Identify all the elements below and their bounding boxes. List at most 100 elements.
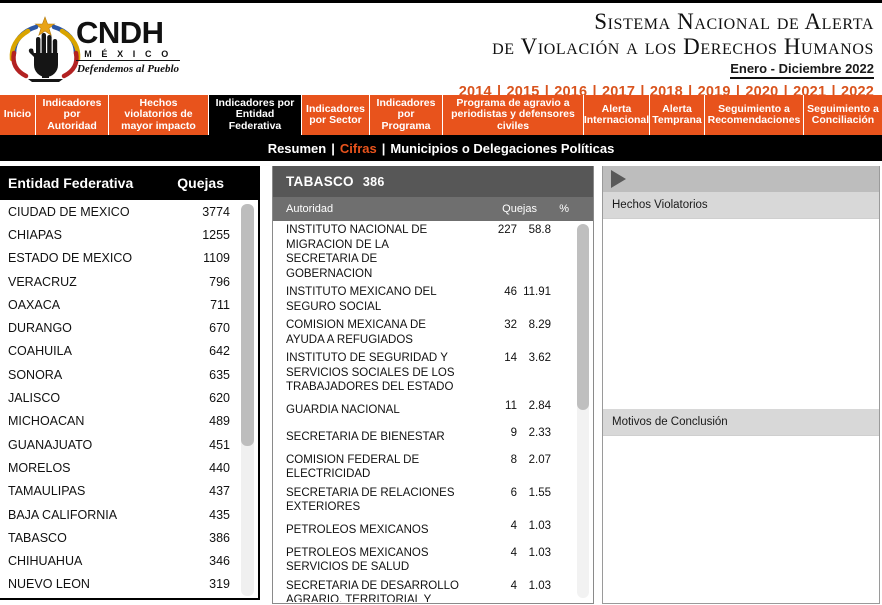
sidebar-table-header: Entidad Federativa Quejas [0, 166, 258, 200]
center-row-pct: 3.62 [528, 352, 551, 364]
subnav-separator: | [331, 140, 335, 156]
sidebar-row[interactable]: TABASCO 386 [0, 526, 244, 549]
center-row[interactable]: COMISION MEXICANA DE AYUDA A REFUGIADOS 3… [273, 316, 573, 349]
center-col-quejas: Quejas [502, 203, 537, 215]
logo-brand: CNDH [76, 15, 164, 50]
nav-item-4[interactable]: Indicadores por Sector [302, 95, 370, 135]
center-row-authority: PETROLEOS MEXICANOS SERVICIOS DE SALUD [286, 546, 429, 574]
sidebar-row-name: DURANGO [8, 321, 72, 336]
logo-country: M É X I C O [76, 49, 180, 61]
center-scrollbar[interactable] [577, 224, 589, 598]
sidebar-row-value: 451 [209, 437, 230, 452]
nav-item-5[interactable]: Indicadores por Programa [370, 95, 443, 135]
nav-item-7[interactable]: Alerta Internacional [584, 95, 650, 135]
sidebar-row[interactable]: BAJA CALIFORNIA 435 [0, 503, 244, 526]
nav-item-8[interactable]: Alerta Temprana [650, 95, 705, 135]
nav-item-0[interactable]: Inicio [0, 95, 36, 135]
page-header: CNDH M É X I C O Defendemos al Pueblo Si… [0, 3, 882, 100]
sidebar-row-name: SONORA [8, 367, 63, 382]
center-row[interactable]: PETROLEOS MEXICANOS 4 1.03 [273, 517, 573, 544]
subnav-item-2[interactable]: Municipios o Delegaciones Políticas [390, 141, 614, 156]
center-row-pct: 11.91 [523, 286, 551, 298]
nav-item-3[interactable]: Indicadores por Entidad Federativa [209, 95, 302, 135]
subnav-item-0[interactable]: Resumen [268, 141, 327, 156]
center-row[interactable]: SECRETARIA DE BIENESTAR 9 2.33 [273, 424, 573, 451]
accordion-section-hechos-violatorios[interactable]: Hechos Violatorios [603, 192, 879, 219]
nav-item-label: Hechos violatorios de mayor impacto [121, 96, 196, 132]
sidebar-row[interactable]: COAHUILA 642 [0, 340, 244, 363]
sidebar-row-name: TAMAULIPAS [8, 484, 86, 499]
page-title-line1: Sistema Nacional de Alerta [594, 9, 874, 34]
main-navigation[interactable]: Inicio Indicadores por Autoridad Hechos vi… [0, 95, 882, 135]
center-row-pct: 58.8 [528, 224, 551, 236]
selected-state-total: 386 [362, 174, 385, 189]
center-row-quejas: 46 [504, 286, 517, 298]
report-period: Enero - Diciembre 2022 [730, 61, 874, 79]
sidebar-scrollbar-thumb[interactable] [241, 204, 254, 446]
center-scrollbar-thumb[interactable] [577, 224, 589, 410]
sidebar-row-value: 3774 [202, 204, 230, 219]
sidebar-row-value: 796 [209, 274, 230, 289]
center-row[interactable]: INSTITUTO DE SEGURIDAD Y SERVICIOS SOCIA… [273, 349, 573, 397]
accordion-section-motivos-conclusion[interactable]: Motivos de Conclusión [603, 409, 879, 436]
accordion-label-0: Hechos Violatorios [612, 199, 708, 211]
sidebar-col-value: Quejas [177, 175, 224, 191]
nav-item-2[interactable]: Hechos violatorios de mayor impacto [109, 95, 209, 135]
center-panel-title: TABASCO 386 [273, 166, 593, 197]
sidebar-row-value: 620 [209, 391, 230, 406]
nav-item-1[interactable]: Indicadores por Autoridad [36, 95, 109, 135]
nav-item-6[interactable]: Programa de agravio a periodistas y defe… [443, 95, 584, 135]
sidebar-row[interactable]: NUEVO LEON 319 [0, 573, 244, 596]
sidebar-row[interactable]: MICHOACAN 489 [0, 410, 244, 433]
sidebar-row[interactable]: ESTADO DE MEXICO 1109 [0, 247, 244, 270]
center-row-quejas: 9 [510, 426, 517, 439]
sidebar-row[interactable]: DURANGO 670 [0, 316, 244, 339]
sidebar-row[interactable]: CHIHUAHUA 346 [0, 549, 244, 572]
sub-navigation[interactable]: Resumen | Cifras | Municipios o Delegaciones… [0, 135, 882, 161]
accordion-label-1: Motivos de Conclusión [612, 416, 728, 428]
sidebar-row-name: MORELOS [8, 460, 71, 475]
cndh-logo[interactable]: CNDH M É X I C O Defendemos al Pueblo [6, 11, 181, 87]
nav-item-10[interactable]: Seguimiento a Conciliación [804, 95, 882, 135]
center-row[interactable]: GUARDIA NACIONAL 11 2.84 [273, 397, 573, 424]
sidebar-row[interactable]: VERACRUZ 796 [0, 270, 244, 293]
center-row-quejas: 4 [510, 546, 517, 559]
center-row-pct: 1.03 [528, 579, 551, 592]
sidebar-row-name: CHIAPAS [8, 227, 62, 242]
center-row[interactable]: SECRETARIA DE DESARROLLO AGRARIO, TERRIT… [273, 577, 573, 603]
center-row-pct: 1.03 [528, 546, 551, 559]
nav-item-label: Programa de agravio a periodistas y defe… [451, 96, 575, 132]
sidebar-col-name: Entidad Federativa [8, 175, 134, 191]
sidebar-row[interactable]: OAXACA 711 [0, 293, 244, 316]
nav-item-label: Alerta Internacional [583, 102, 650, 126]
content-area: Entidad Federativa Quejas CIUDAD DE MEXI… [0, 161, 882, 605]
center-row[interactable]: PETROLEOS MEXICANOS SERVICIOS DE SALUD 4 1… [273, 544, 573, 577]
sidebar-row[interactable]: SONORA 635 [0, 363, 244, 386]
center-row-quejas: 4 [510, 519, 517, 532]
sidebar-row[interactable]: CHIAPAS 1255 [0, 223, 244, 246]
center-row[interactable]: COMISION FEDERAL DE ELECTRICIDAD 8 2.07 [273, 451, 573, 484]
center-row-quejas: 227 [497, 224, 517, 236]
subnav-item-1[interactable]: Cifras [340, 141, 377, 156]
center-row[interactable]: SECRETARIA DE RELACIONES EXTERIORES 6 1.55 [273, 484, 573, 517]
sidebar-row[interactable]: TAMAULIPAS 437 [0, 480, 244, 503]
center-row[interactable]: INSTITUTO MEXICANO DEL SEGURO SOCIAL 46 11… [273, 283, 573, 316]
sidebar-row-value: 489 [209, 414, 230, 429]
sidebar-row-value: 435 [209, 507, 230, 522]
sidebar-row[interactable]: CIUDAD DE MEXICO 3774 [0, 200, 244, 223]
center-row[interactable]: INSTITUTO NACIONAL DE MIGRACION DE LA SE… [273, 221, 573, 283]
center-row-authority: COMISION FEDERAL DE ELECTRICIDAD [286, 453, 420, 481]
sidebar-row[interactable]: MORELOS 440 [0, 456, 244, 479]
sidebar-scrollbar[interactable] [241, 204, 254, 596]
sidebar-row[interactable]: GUANAJUATO 451 [0, 433, 244, 456]
sidebar-row-name: CHIHUAHUA [8, 554, 83, 569]
center-row-quejas: 6 [510, 486, 517, 499]
sidebar-row-name: BAJA CALIFORNIA [8, 507, 118, 522]
sidebar-row-value: 1109 [203, 251, 230, 266]
sidebar-row[interactable]: JALISCO 620 [0, 386, 244, 409]
play-triangle-icon[interactable] [611, 170, 626, 188]
nav-item-label: Seguimiento a Conciliación [807, 102, 879, 126]
hand-laurel-star-emblem-icon [9, 16, 81, 82]
center-row-authority: SECRETARIA DE BIENESTAR [286, 430, 445, 443]
nav-item-9[interactable]: Seguimiento a Recomendaciones [705, 95, 804, 135]
